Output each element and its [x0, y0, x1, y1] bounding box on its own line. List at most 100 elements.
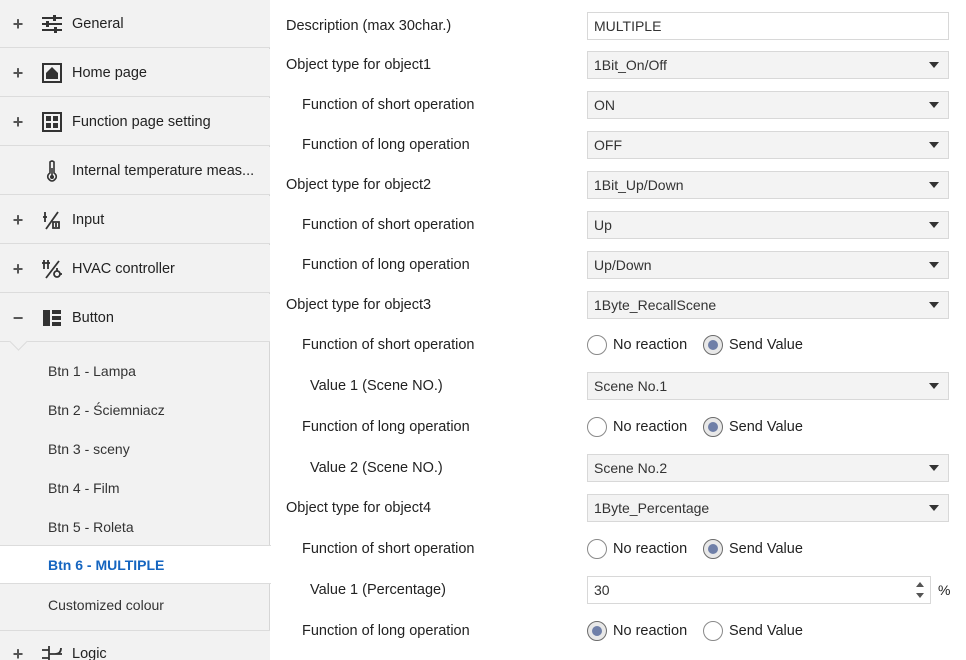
- sidebar-item-label: Function page setting: [72, 113, 211, 130]
- grid-icon: [41, 111, 63, 133]
- spinbox-value: 30: [594, 582, 610, 598]
- select-value: Scene No.2: [594, 460, 668, 476]
- sidebar-subitem-customized-colour[interactable]: Customized colour: [0, 585, 270, 624]
- radio-label: Send Value: [729, 419, 803, 435]
- description-value: MULTIPLE: [594, 18, 662, 34]
- object2-short-select[interactable]: Up: [587, 211, 949, 239]
- radio-circle-checked[interactable]: [703, 539, 723, 559]
- object3-type-select[interactable]: 1Byte_RecallScene: [587, 291, 949, 319]
- sidebar-item-label: Logic: [72, 646, 107, 660]
- radio-circle[interactable]: [587, 335, 607, 355]
- chevron-down-icon: [929, 142, 939, 148]
- row-object1-short: Function of short operation ON: [271, 85, 966, 125]
- radio-label: No reaction: [613, 623, 688, 639]
- logic-icon: [41, 643, 63, 660]
- sidebar-subitem-btn2[interactable]: Btn 2 - Ściemniacz: [0, 390, 270, 429]
- object1-short-select[interactable]: ON: [587, 91, 949, 119]
- row-object4-short: Function of short operation No reaction …: [271, 529, 966, 569]
- select-value: 1Bit_Up/Down: [594, 177, 684, 193]
- select-value: OFF: [594, 137, 622, 153]
- sidebar-item-logic[interactable]: + Logic: [0, 630, 270, 660]
- object3-value2-select[interactable]: Scene No.2: [587, 454, 949, 482]
- spinbox-buttons: [914, 579, 926, 601]
- chevron-down-icon: [929, 62, 939, 68]
- sidebar-item-home-page[interactable]: + Home page: [0, 49, 270, 97]
- object3-value1-select[interactable]: Scene No.1: [587, 372, 949, 400]
- radio-label: No reaction: [613, 337, 688, 353]
- row-object2-long: Function of long operation Up/Down: [271, 245, 966, 285]
- sidebar-item-button[interactable]: − Button: [0, 294, 270, 342]
- spin-up-icon[interactable]: [916, 582, 924, 587]
- radio-circle[interactable]: [587, 417, 607, 437]
- chevron-down-icon: [929, 102, 939, 108]
- chevron-down-icon: [929, 262, 939, 268]
- sidebar-item-hvac-controller[interactable]: + HVAC controller: [0, 245, 270, 293]
- radio-circle[interactable]: [587, 539, 607, 559]
- sidebar-item-label: HVAC controller: [72, 260, 175, 277]
- description-input[interactable]: MULTIPLE: [587, 12, 949, 40]
- row-description: Description (max 30char.) MULTIPLE: [271, 6, 966, 46]
- radio-send-value[interactable]: Send Value: [703, 334, 803, 356]
- object2-long-select[interactable]: Up/Down: [587, 251, 949, 279]
- radio-circle-checked[interactable]: [703, 417, 723, 437]
- radio-label: Send Value: [729, 337, 803, 353]
- spin-down-icon[interactable]: [916, 593, 924, 598]
- sidebar-subitem-label: Customized colour: [48, 596, 164, 613]
- object3-long-label: Function of long operation: [302, 419, 470, 435]
- radio-send-value[interactable]: Send Value: [703, 620, 803, 642]
- expand-icon[interactable]: +: [11, 113, 25, 131]
- object4-type-select[interactable]: 1Byte_Percentage: [587, 494, 949, 522]
- row-object4-type: Object type for object4 1Byte_Percentage: [271, 488, 966, 528]
- select-value: ON: [594, 97, 615, 113]
- sidebar-subitem-btn3[interactable]: Btn 3 - sceny: [0, 429, 270, 468]
- expand-icon[interactable]: +: [11, 64, 25, 82]
- object1-long-select[interactable]: OFF: [587, 131, 949, 159]
- home-icon: [41, 62, 63, 84]
- object4-short-radio-group: No reaction Send Value: [587, 538, 949, 560]
- sidebar-item-internal-temperature[interactable]: Internal temperature meas...: [0, 147, 270, 195]
- unit-label: %: [938, 582, 951, 598]
- collapse-icon[interactable]: −: [11, 309, 25, 327]
- object4-long-radio-group: No reaction Send Value: [587, 620, 949, 642]
- expand-icon[interactable]: +: [11, 645, 25, 660]
- radio-circle[interactable]: [703, 621, 723, 641]
- radio-no-reaction[interactable]: No reaction: [587, 416, 687, 438]
- object4-long-label: Function of long operation: [302, 623, 470, 639]
- expand-icon[interactable]: +: [11, 15, 25, 33]
- sidebar-subitem-btn1[interactable]: Btn 1 - Lampa: [0, 351, 270, 390]
- row-object3-long: Function of long operation No reaction S…: [271, 407, 966, 447]
- radio-circle-checked[interactable]: [587, 621, 607, 641]
- sidebar-subitem-btn5[interactable]: Btn 5 - Roleta: [0, 507, 270, 546]
- object4-type-label: Object type for object4: [286, 500, 432, 516]
- chevron-down-icon: [929, 222, 939, 228]
- radio-no-reaction[interactable]: No reaction: [587, 538, 687, 560]
- input-icon: [41, 209, 63, 231]
- object4-value1-spinbox[interactable]: 30: [587, 576, 931, 604]
- radio-circle-checked[interactable]: [703, 335, 723, 355]
- parameter-form: Description (max 30char.) MULTIPLE Objec…: [271, 0, 966, 660]
- expand-icon[interactable]: +: [11, 260, 25, 278]
- radio-no-reaction[interactable]: No reaction: [587, 620, 687, 642]
- select-value: Up: [594, 217, 612, 233]
- row-object1-type: Object type for object1 1Bit_On/Off: [271, 45, 966, 85]
- sidebar-item-input[interactable]: + Input: [0, 196, 270, 244]
- object3-value2-label: Value 2 (Scene NO.): [310, 460, 443, 476]
- expand-icon: [11, 164, 25, 178]
- sidebar-subitem-btn4[interactable]: Btn 4 - Film: [0, 468, 270, 507]
- object1-long-label: Function of long operation: [302, 137, 470, 153]
- sidebar-item-function-page-setting[interactable]: + Function page setting: [0, 98, 270, 146]
- object2-type-select[interactable]: 1Bit_Up/Down: [587, 171, 949, 199]
- row-object3-value2: Value 2 (Scene NO.) Scene No.2: [271, 448, 966, 488]
- radio-send-value[interactable]: Send Value: [703, 538, 803, 560]
- row-object4-long: Function of long operation No reaction S…: [271, 611, 966, 651]
- radio-no-reaction[interactable]: No reaction: [587, 334, 687, 356]
- expand-icon[interactable]: +: [11, 211, 25, 229]
- object1-type-select[interactable]: 1Bit_On/Off: [587, 51, 949, 79]
- radio-label: Send Value: [729, 623, 803, 639]
- sidebar-item-label: Internal temperature meas...: [72, 162, 255, 179]
- sidebar-item-general[interactable]: + General: [0, 0, 270, 48]
- sidebar-subitem-label: Btn 2 - Ściemniacz: [48, 401, 165, 418]
- sidebar-subitem-btn6[interactable]: Btn 6 - MULTIPLE: [0, 545, 272, 584]
- radio-send-value[interactable]: Send Value: [703, 416, 803, 438]
- button-panel-icon: [41, 307, 63, 329]
